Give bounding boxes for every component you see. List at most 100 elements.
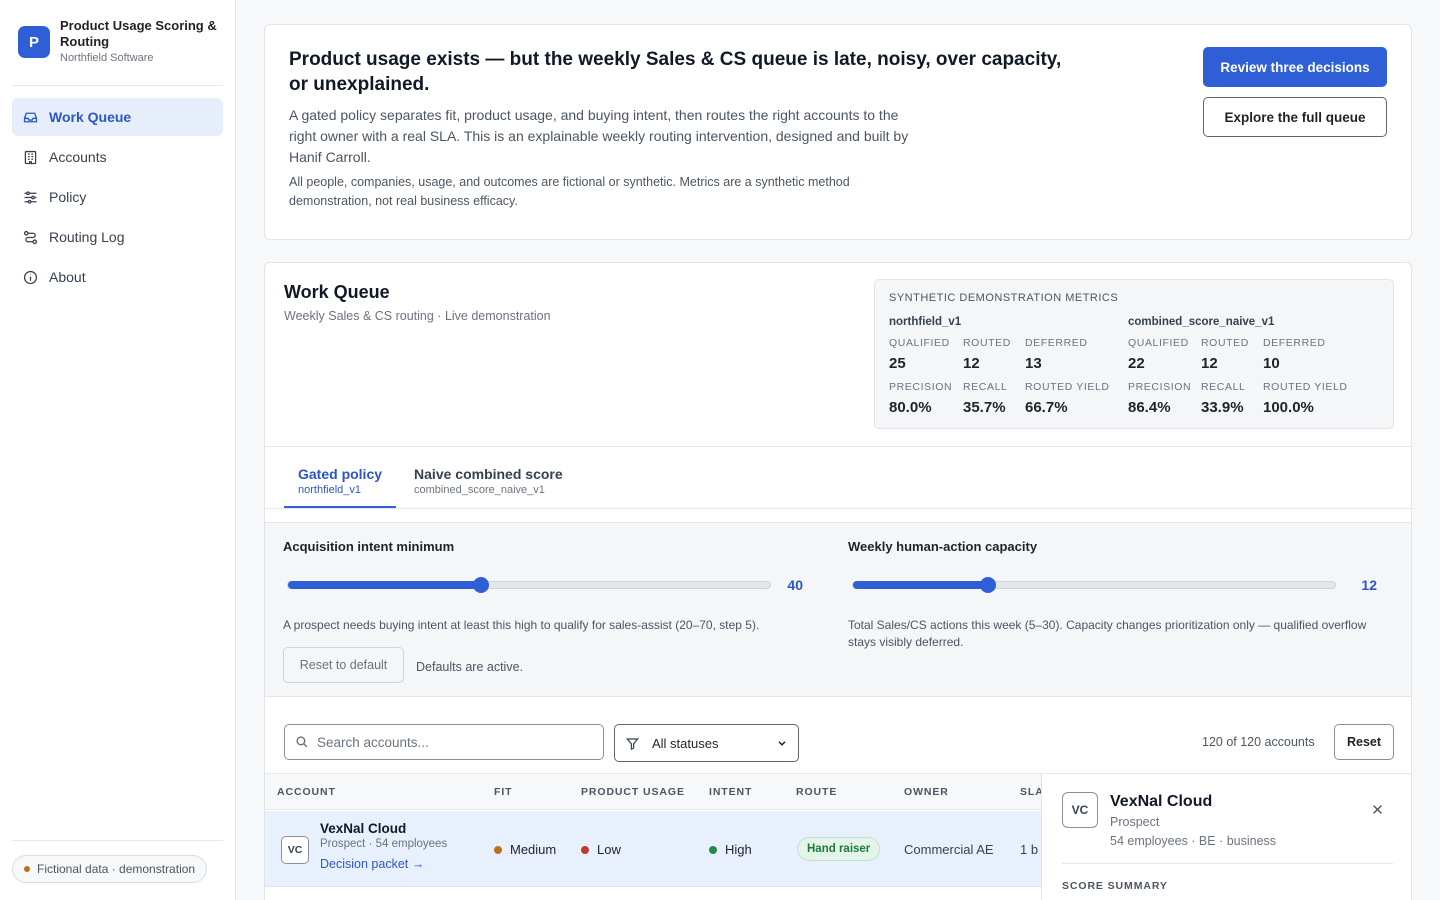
- metric-value: 80.0%: [889, 399, 932, 416]
- close-detail-button[interactable]: [1367, 799, 1387, 819]
- column-header-sla[interactable]: SLA: [1020, 786, 1041, 798]
- route-icon: [23, 230, 38, 244]
- intent-value: 40: [787, 577, 803, 593]
- review-decisions-button[interactable]: Review three decisions: [1203, 47, 1387, 87]
- capacity-description: Total Sales/CS actions this week (5–30).…: [848, 618, 1367, 649]
- column-header-owner[interactable]: OWNER: [904, 786, 949, 798]
- metric-value: 35.7%: [963, 399, 1006, 416]
- decision-packet-link[interactable]: Decision packet →: [320, 857, 424, 871]
- route-badge: Hand raiser: [797, 837, 881, 861]
- tab-gated-policy[interactable]: Gated policy northfield_v1: [284, 459, 397, 508]
- metric-value: 12: [1201, 355, 1218, 372]
- sidebar-item-policy[interactable]: Policy: [12, 178, 223, 216]
- app-logo: P: [18, 26, 50, 58]
- metrics-group-name: combined_score_naive_v1: [1128, 316, 1275, 328]
- metric-label: PRECISION: [1128, 381, 1192, 393]
- usage-cell: Low: [581, 842, 621, 857]
- tab-sublabel: northfield_v1: [298, 484, 361, 496]
- metric-label: DEFERRED: [1263, 337, 1326, 349]
- sidebar-item-work-queue[interactable]: Work Queue: [12, 98, 223, 136]
- tab-label: Naive combined score: [414, 466, 563, 482]
- metrics-group-gated: northfield_v1: [889, 316, 961, 328]
- column-header-route[interactable]: ROUTE: [796, 786, 837, 798]
- hero-lead: A gated policy separates fit, product us…: [289, 107, 909, 165]
- sidebar-item-routing-log[interactable]: Routing Log: [12, 218, 223, 256]
- account-name: VexNal Cloud: [320, 821, 407, 836]
- column-header-product-usage[interactable]: PRODUCT USAGE: [581, 786, 685, 798]
- detail-account-name: VexNal Cloud: [1110, 793, 1213, 810]
- accounts-table: ACCOUNT FIT PRODUCT USAGE INTENT ROUTE O…: [265, 773, 1041, 900]
- work-queue-panel: Work Queue Weekly Sales & CS routing · L…: [264, 262, 1412, 900]
- queue-toolbar: All statuses 120 of 120 accounts Reset: [265, 718, 1411, 772]
- metric-label: PRECISION: [889, 381, 953, 393]
- divider: [1062, 863, 1393, 864]
- fit-cell: Medium: [494, 842, 556, 857]
- search-box[interactable]: [284, 724, 604, 760]
- metric-precision: PRECISION 80.0%: [889, 381, 952, 416]
- work-queue-subtitle: Weekly Sales & CS routing · Live demonst…: [284, 309, 551, 323]
- metric-value: 33.9%: [1201, 399, 1244, 416]
- fictional-data-label: Fictional data · demonstration: [37, 862, 196, 876]
- metric-label: ROUTED: [1201, 337, 1249, 349]
- owner-cell: Commercial AE: [904, 842, 994, 857]
- sla-cell: 1 b: [1020, 842, 1039, 857]
- fit-value: Medium: [510, 842, 557, 857]
- slider-fill: [288, 581, 481, 589]
- sliders-icon: [24, 190, 37, 204]
- tab-label: Gated policy: [298, 466, 383, 482]
- status-dot-icon: [24, 866, 30, 872]
- sidebar-divider: [12, 840, 223, 841]
- tab-naive-combined-score[interactable]: Naive combined score combined_score_naiv…: [400, 459, 577, 508]
- medium-dot-icon: [494, 845, 502, 854]
- tab-sublabel: combined_score_naive_v1: [414, 484, 545, 496]
- policy-controls: Acquisition intent minimum 40 A prospect…: [265, 522, 1411, 697]
- metric-value: 10: [1263, 355, 1280, 372]
- sidebar-item-accounts[interactable]: Accounts: [12, 138, 223, 176]
- sidebar-item-about[interactable]: About: [12, 258, 223, 296]
- account-avatar: VC: [281, 836, 309, 864]
- capacity-slider[interactable]: [852, 577, 1336, 593]
- status-filter-value: All statuses: [652, 735, 719, 751]
- column-header-intent[interactable]: INTENT: [709, 786, 752, 798]
- metric-label: RECALL: [963, 381, 1008, 393]
- intent-slider[interactable]: [287, 577, 771, 593]
- hero-disclaimer: All people, companies, usage, and outcom…: [289, 175, 850, 208]
- metric-routed-yield: ROUTED YIELD 100.0%: [1263, 381, 1348, 416]
- metric-precision: PRECISION 86.4%: [1128, 381, 1191, 416]
- metric-deferred: DEFERRED 13: [1025, 337, 1088, 372]
- column-header-fit[interactable]: FIT: [494, 786, 512, 798]
- sidebar: P Product Usage Scoring & Routing Northf…: [0, 0, 236, 900]
- slider-handle[interactable]: [979, 577, 996, 593]
- capacity-value: 12: [1361, 577, 1377, 593]
- intent-value: High: [725, 842, 752, 857]
- building-icon: [24, 150, 37, 164]
- slider-fill: [853, 581, 988, 589]
- defaults-status: Defaults are active.: [416, 660, 523, 674]
- metric-value: 86.4%: [1128, 399, 1171, 416]
- divider: [265, 446, 1411, 447]
- sidebar-nav: Work Queue Accounts Policy Routing Log A…: [12, 98, 223, 298]
- metric-qualified: QUALIFIED 25: [889, 337, 950, 372]
- reset-to-default-button[interactable]: Reset to default: [283, 647, 404, 683]
- metric-routed: ROUTED 12: [963, 337, 1011, 372]
- app-title: Product Usage Scoring & Routing: [60, 18, 217, 49]
- metric-routed-yield: ROUTED YIELD 66.7%: [1025, 381, 1110, 416]
- metric-recall: RECALL 33.9%: [1201, 381, 1245, 416]
- table-header: ACCOUNT FIT PRODUCT USAGE INTENT ROUTE O…: [265, 774, 1041, 810]
- account-meta: Prospect · 54 employees: [320, 838, 448, 850]
- slider-handle[interactable]: [472, 577, 489, 593]
- explore-queue-button[interactable]: Explore the full queue: [1203, 97, 1387, 137]
- metric-value: 13: [1025, 355, 1042, 372]
- reset-filters-button[interactable]: Reset: [1334, 724, 1394, 760]
- metrics-group-naive: combined_score_naive_v1: [1128, 316, 1274, 328]
- score-summary-heading: SCORE SUMMARY: [1062, 880, 1168, 892]
- search-input[interactable]: [317, 734, 577, 750]
- intent-label: Acquisition intent minimum: [283, 539, 455, 554]
- capacity-label: Weekly human-action capacity: [848, 539, 1038, 554]
- metric-routed: ROUTED 12: [1201, 337, 1249, 372]
- column-header-account[interactable]: ACCOUNT: [277, 786, 336, 798]
- low-dot-icon: [581, 845, 589, 854]
- status-filter-select[interactable]: All statuses: [614, 724, 799, 762]
- table-row[interactable]: VC VexNal Cloud Prospect · 54 employees …: [265, 811, 1041, 887]
- policy-tabs: Gated policy northfield_v1 Naive combine…: [284, 459, 581, 508]
